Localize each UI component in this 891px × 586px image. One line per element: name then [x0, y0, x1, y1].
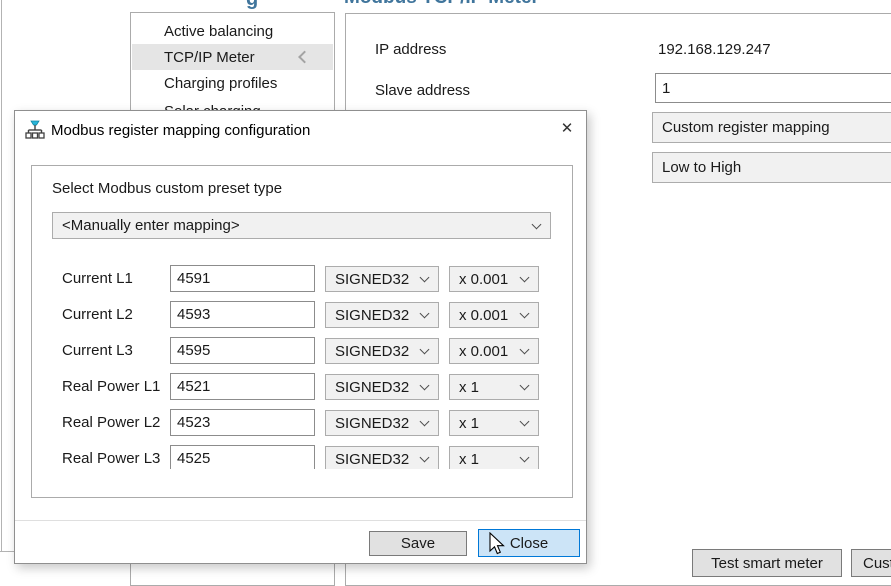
mapping-row-current-l2: Current L2 SIGNED32 x 0.001 — [32, 301, 572, 329]
chevron-down-icon — [420, 273, 430, 283]
chevron-down-icon — [520, 417, 530, 427]
multiplier-value: x 0.001 — [459, 343, 508, 360]
multiplier-dropdown[interactable]: x 1 — [449, 374, 539, 400]
type-dropdown[interactable]: SIGNED32 — [325, 338, 439, 364]
test-smart-meter-label: Test smart meter — [711, 555, 823, 572]
multiplier-value: x 1 — [459, 379, 479, 396]
test-smart-meter-button[interactable]: Test smart meter — [692, 549, 842, 577]
save-button[interactable]: Save — [369, 531, 467, 556]
register-input[interactable] — [170, 445, 315, 469]
mapping-row-real-power-l3: Real Power L3 SIGNED32 x 1 — [32, 445, 572, 469]
type-value: SIGNED32 — [335, 379, 409, 396]
byte-order-value: Low to High — [662, 159, 741, 176]
multiplier-dropdown[interactable]: x 1 — [449, 446, 539, 469]
row-label: Real Power L3 — [62, 450, 160, 467]
preset-type-value: <Manually enter mapping> — [62, 217, 240, 234]
register-input[interactable] — [170, 337, 315, 364]
mapping-row-current-l3: Current L3 SIGNED32 x 0.001 — [32, 337, 572, 365]
register-input[interactable] — [170, 301, 315, 328]
background-window-left-edge — [1, 0, 2, 551]
sidebar-item-charging-profiles[interactable]: Charging profiles — [132, 70, 333, 96]
custom-button-label: Custo — [863, 555, 891, 572]
register-input[interactable] — [170, 373, 315, 400]
chevron-down-icon — [420, 417, 430, 427]
type-value: SIGNED32 — [335, 307, 409, 324]
register-mapping-value: Custom register mapping — [662, 119, 830, 136]
modbus-register-mapping-dialog: Modbus register mapping configuration ✕ … — [14, 110, 587, 564]
sidebar-item-label: Active balancing — [164, 23, 273, 40]
row-label: Current L3 — [62, 342, 133, 359]
row-label: Real Power L2 — [62, 414, 160, 431]
type-dropdown[interactable]: SIGNED32 — [325, 302, 439, 328]
dialog-title: Modbus register mapping configuration — [51, 122, 310, 139]
chevron-down-icon — [520, 309, 530, 319]
type-dropdown[interactable]: SIGNED32 — [325, 374, 439, 400]
page-heading-left-fragment: g — [238, 0, 280, 9]
mapping-row-real-power-l2: Real Power L2 SIGNED32 x 1 — [32, 409, 572, 437]
register-input[interactable] — [170, 409, 315, 436]
chevron-down-icon — [520, 381, 530, 391]
type-dropdown[interactable]: SIGNED32 — [325, 446, 439, 469]
multiplier-dropdown[interactable]: x 0.001 — [449, 338, 539, 364]
chevron-down-icon — [420, 381, 430, 391]
close-label: Close — [510, 535, 548, 552]
byte-order-dropdown[interactable]: Low to High — [652, 152, 891, 183]
type-value: SIGNED32 — [335, 451, 409, 468]
sidebar-item-active-balancing[interactable]: Active balancing — [132, 18, 333, 44]
custom-register-mapping-button-truncated[interactable]: Custo — [851, 549, 891, 577]
dialog-close-button[interactable]: ✕ — [552, 114, 582, 142]
multiplier-value: x 0.001 — [459, 271, 508, 288]
slave-address-input[interactable] — [655, 73, 891, 103]
multiplier-dropdown[interactable]: x 0.001 — [449, 266, 539, 292]
close-x-icon: ✕ — [561, 119, 574, 137]
chevron-down-icon — [520, 453, 530, 463]
background-window-bottom-edge — [0, 551, 14, 552]
row-label: Current L1 — [62, 270, 133, 287]
type-value: SIGNED32 — [335, 415, 409, 432]
mapping-row-current-l1: Current L1 SIGNED32 x 0.001 — [32, 265, 572, 293]
register-mapping-dropdown[interactable]: Custom register mapping — [652, 112, 891, 143]
close-button[interactable]: Close — [478, 529, 580, 557]
chevron-down-icon — [520, 273, 530, 283]
multiplier-value: x 1 — [459, 451, 479, 468]
multiplier-value: x 0.001 — [459, 307, 508, 324]
chevron-down-icon — [420, 309, 430, 319]
type-value: SIGNED32 — [335, 343, 409, 360]
slave-address-label: Slave address — [375, 82, 470, 99]
multiplier-dropdown[interactable]: x 1 — [449, 410, 539, 436]
register-input[interactable] — [170, 265, 315, 292]
dialog-footer-divider — [15, 520, 586, 521]
chevron-down-icon — [420, 345, 430, 355]
screen: g Modbus TCP/IP Meter Active balancing T… — [0, 0, 891, 586]
preset-type-dropdown[interactable]: <Manually enter mapping> — [52, 212, 551, 239]
chevron-down-icon — [520, 345, 530, 355]
chevron-left-icon — [298, 51, 311, 64]
type-value: SIGNED32 — [335, 271, 409, 288]
preset-type-label: Select Modbus custom preset type — [52, 180, 282, 197]
mapping-rows-viewport: Current L1 SIGNED32 x 0.001 Current L2 S… — [32, 257, 572, 469]
page-heading-modbus-tcpip-meter: Modbus TCP/IP Meter — [344, 0, 559, 8]
row-label: Real Power L1 — [62, 378, 160, 395]
multiplier-dropdown[interactable]: x 0.001 — [449, 302, 539, 328]
sidebar-item-tcpip-meter[interactable]: TCP/IP Meter — [132, 44, 333, 70]
chevron-down-icon — [420, 453, 430, 463]
sidebar-item-label: TCP/IP Meter — [164, 49, 255, 66]
sidebar-item-label: Charging profiles — [164, 75, 277, 92]
mapping-row-real-power-l1: Real Power L1 SIGNED32 x 1 — [32, 373, 572, 401]
mapping-dialog-icon — [25, 120, 45, 140]
ip-address-label: IP address — [375, 41, 446, 58]
ip-address-value: 192.168.129.247 — [658, 41, 771, 58]
chevron-down-icon — [532, 219, 542, 229]
row-label: Current L2 — [62, 306, 133, 323]
mapping-panel: Select Modbus custom preset type <Manual… — [31, 165, 573, 498]
type-dropdown[interactable]: SIGNED32 — [325, 266, 439, 292]
type-dropdown[interactable]: SIGNED32 — [325, 410, 439, 436]
save-label: Save — [401, 535, 435, 552]
multiplier-value: x 1 — [459, 415, 479, 432]
